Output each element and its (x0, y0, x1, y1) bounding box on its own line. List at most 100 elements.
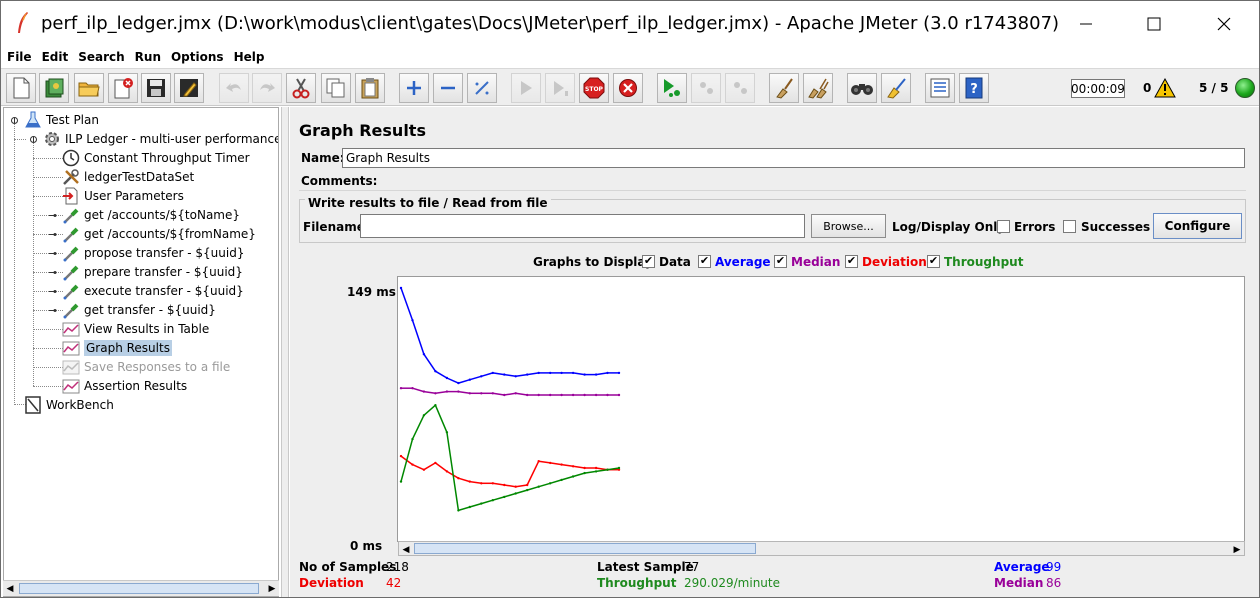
tree-item-graph-results[interactable]: Graph Results (62, 338, 172, 357)
menu-edit[interactable]: Edit (36, 50, 73, 64)
close-file-button[interactable] (108, 73, 138, 103)
menu-file[interactable]: File (1, 50, 36, 64)
menu-search[interactable]: Search (72, 50, 128, 64)
menu-help[interactable]: Help (228, 50, 269, 64)
tree-item-constant-throughput-timer[interactable]: Constant Throughput Timer (62, 148, 250, 167)
new-button[interactable] (6, 73, 36, 103)
tree-toggle-icon[interactable] (48, 306, 57, 315)
remote-start-icon (664, 79, 680, 97)
tree-item-prepare-transfer[interactable]: prepare transfer - ${uuid} (62, 262, 243, 281)
tree-item-thread-group[interactable]: ILP Ledger - multi-user performance te (43, 129, 278, 148)
maximize-icon (1147, 17, 1161, 30)
tree-toggle-icon[interactable] (48, 287, 57, 296)
remote-shutdown-all-button[interactable] (725, 73, 755, 103)
tree-item-assertion-results[interactable]: Assertion Results (62, 376, 187, 395)
function-helper-button[interactable] (925, 73, 955, 103)
name-field[interactable]: Graph Results (342, 148, 1245, 168)
tree-toggle-icon[interactable] (48, 268, 57, 277)
median-checkbox[interactable]: ✔ (774, 255, 787, 268)
save-as-button[interactable] (174, 73, 204, 103)
shutdown-button[interactable] (613, 73, 643, 103)
reset-search-button[interactable] (881, 73, 911, 103)
sampler-pipette-icon (62, 206, 80, 224)
data-checkbox[interactable]: ✔ (642, 255, 655, 268)
deviation-check-label: Deviation (862, 255, 927, 269)
graph-scroll-thumb[interactable] (414, 543, 756, 554)
scroll-right-icon[interactable]: ▶ (1231, 543, 1243, 555)
deviation-checkbox[interactable]: ✔ (845, 255, 858, 268)
graph-results-panel: Graph Results Name: Graph Results Commen… (290, 107, 1259, 597)
clear-button[interactable] (769, 73, 799, 103)
remote-start-all-button[interactable] (657, 73, 687, 103)
menu-run[interactable]: Run (129, 50, 165, 64)
expand-all-button[interactable] (399, 73, 429, 103)
tree-item-propose-transfer[interactable]: propose transfer - ${uuid} (62, 243, 244, 262)
search-button[interactable] (847, 73, 877, 103)
scroll-left-icon[interactable]: ◀ (400, 543, 412, 555)
paste-button[interactable] (355, 73, 385, 103)
copy-button[interactable] (321, 73, 351, 103)
open-button[interactable] (74, 73, 104, 103)
tree-item-user-parameters[interactable]: User Parameters (62, 186, 184, 205)
templates-button[interactable] (39, 73, 69, 103)
segment-throughput (411, 414, 425, 440)
errors-label: Errors (1014, 220, 1056, 234)
latest-sample-label: Latest Sample (597, 560, 694, 574)
throughput-checkbox[interactable]: ✔ (927, 255, 940, 268)
binoculars-icon (851, 84, 873, 95)
tree-toggle-icon[interactable] (10, 116, 19, 125)
filename-field[interactable] (360, 214, 805, 238)
segment-average (458, 378, 471, 384)
tree-toggle-icon[interactable] (48, 211, 57, 220)
undo-icon (226, 83, 241, 92)
tree-scroll-thumb[interactable] (19, 583, 259, 594)
warning-icon[interactable] (1154, 78, 1176, 98)
average-checkbox[interactable]: ✔ (698, 255, 711, 268)
configure-button[interactable]: Configure (1153, 213, 1242, 239)
sampler-pipette-icon (62, 282, 80, 300)
segment-deviation (434, 462, 448, 473)
tree-item-save-responses[interactable]: Save Responses to a file (62, 357, 230, 376)
tree-toggle-icon[interactable] (29, 135, 38, 144)
tree-item-workbench[interactable]: WorkBench (24, 395, 114, 414)
graph-horizontal-scrollbar[interactable]: ◀ ▶ (398, 541, 1245, 556)
segment-throughput (595, 468, 608, 473)
tree-toggle-icon[interactable] (48, 249, 57, 258)
menu-options[interactable]: Options (165, 50, 228, 64)
help-button[interactable]: ? (959, 73, 989, 103)
tree-item-get-accounts-to-name[interactable]: get /accounts/${toName} (62, 205, 240, 224)
start-button[interactable] (511, 73, 541, 103)
no-of-samples-value: 218 (386, 560, 409, 574)
tree-horizontal-scrollbar[interactable]: ◀ ▶ (3, 580, 279, 596)
tree-item-view-results-in-table[interactable]: View Results in Table (62, 319, 209, 338)
undo-button[interactable] (219, 73, 249, 103)
tree-item-get-accounts-from-name[interactable]: get /accounts/${fromName} (62, 224, 256, 243)
tree-item-test-plan[interactable]: Test Plan (24, 110, 99, 129)
function-list-icon (930, 78, 950, 98)
collapse-all-button[interactable] (433, 73, 463, 103)
tree-item-execute-transfer[interactable]: execute transfer - ${uuid} (62, 281, 244, 300)
scroll-right-icon[interactable]: ▶ (266, 582, 278, 594)
tree-toggle-icon[interactable] (48, 230, 57, 239)
tree-item-ledger-test-data-set[interactable]: ledgerTestDataSet (62, 167, 194, 186)
toolbar: STOP ? 00:00:09 0 5 / 5 (1, 68, 1259, 106)
stop-button[interactable]: STOP (579, 73, 609, 103)
maximize-button[interactable] (1131, 1, 1177, 46)
segment-deviation (526, 460, 540, 486)
close-button[interactable] (1201, 1, 1247, 46)
successes-checkbox[interactable] (1063, 220, 1076, 233)
tree-item-get-transfer[interactable]: get transfer - ${uuid} (62, 300, 216, 319)
start-no-pauses-button[interactable] (545, 73, 575, 103)
remote-stop-all-button[interactable] (691, 73, 721, 103)
browse-button[interactable]: Browse... (811, 214, 886, 238)
minimize-button[interactable] (1063, 1, 1109, 46)
save-button[interactable] (141, 73, 171, 103)
scroll-left-icon[interactable]: ◀ (4, 582, 16, 594)
errors-checkbox[interactable] (997, 220, 1010, 233)
redo-button[interactable] (252, 73, 282, 103)
menu-bar: File Edit Search Run Options Help (1, 46, 1259, 68)
pane-splitter[interactable] (281, 107, 289, 597)
toggle-button[interactable] (467, 73, 497, 103)
clear-all-button[interactable] (803, 73, 833, 103)
cut-button[interactable] (286, 73, 316, 103)
